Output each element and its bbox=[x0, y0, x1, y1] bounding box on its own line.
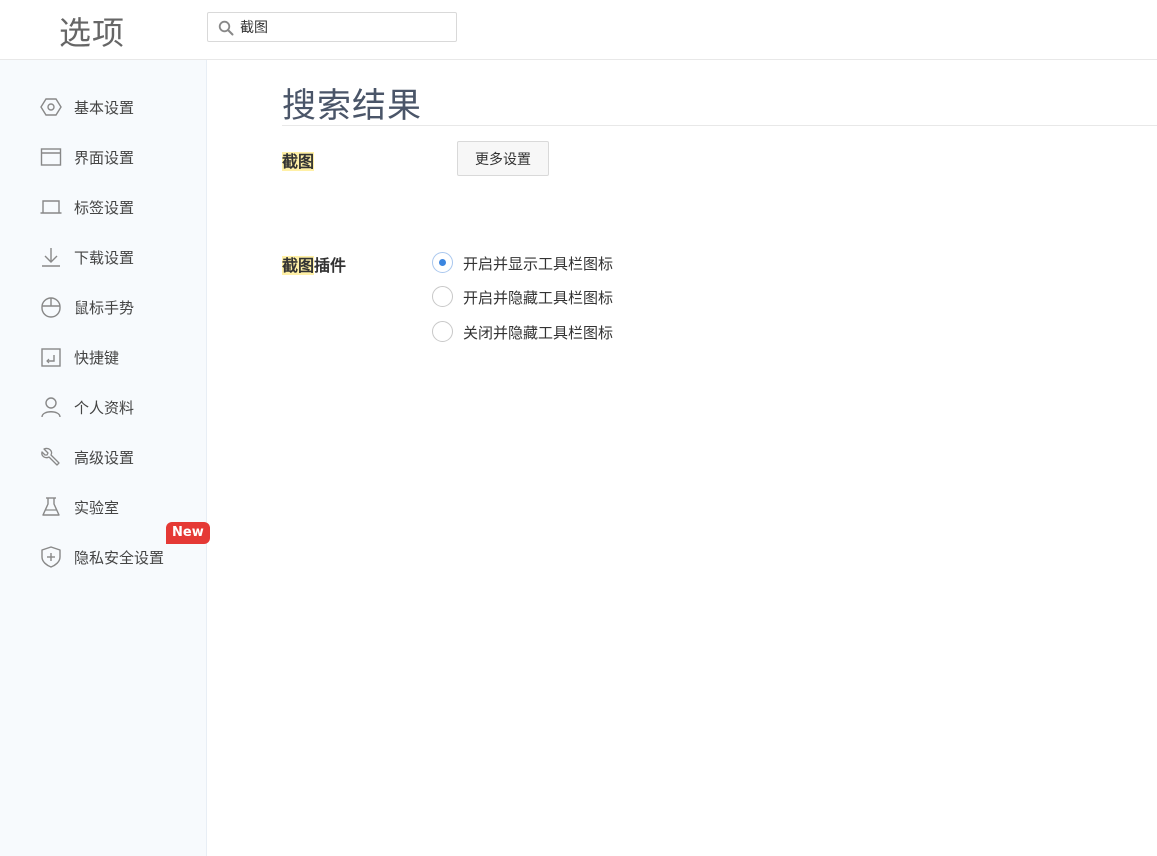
new-badge: New bbox=[166, 522, 210, 544]
page-title: 搜索结果 bbox=[282, 86, 422, 126]
shield-plus-icon bbox=[40, 546, 62, 568]
app-title: 选项 bbox=[59, 14, 126, 52]
sidebar-item-label: 鼠标手势 bbox=[74, 299, 135, 317]
sidebar-item-label: 下载设置 bbox=[74, 249, 135, 267]
search-input[interactable] bbox=[240, 17, 450, 37]
radio-button[interactable] bbox=[432, 321, 453, 342]
flask-icon bbox=[40, 496, 62, 518]
radio-button-checked[interactable] bbox=[432, 252, 453, 273]
sidebar-item-label: 实验室 bbox=[74, 499, 120, 517]
sidebar-item-shortcuts[interactable]: 快捷键 bbox=[0, 332, 207, 382]
screenshot-setting-label: 截图 bbox=[282, 148, 315, 172]
sidebar-item-download-settings[interactable]: 下载设置 bbox=[0, 232, 207, 282]
sidebar-item-advanced-settings[interactable]: 高级设置 bbox=[0, 432, 207, 482]
title-divider bbox=[282, 125, 1157, 126]
radio-selected-dot bbox=[439, 259, 446, 266]
tab-icon bbox=[40, 196, 62, 218]
radio-button[interactable] bbox=[432, 286, 453, 307]
sidebar-item-label: 高级设置 bbox=[74, 449, 135, 467]
window-icon bbox=[40, 146, 62, 168]
screenshot-plugin-label: 截图插件 bbox=[282, 252, 346, 276]
radio-label: 开启并显示工具栏图标 bbox=[463, 255, 614, 273]
shortcut-key-icon bbox=[40, 346, 62, 368]
user-icon bbox=[40, 396, 62, 418]
sidebar-item-label: 界面设置 bbox=[74, 149, 135, 167]
sidebar-item-label: 个人资料 bbox=[74, 399, 135, 417]
search-highlight: 截图 bbox=[282, 256, 315, 275]
sidebar-item-label: 隐私安全设置 bbox=[74, 549, 165, 567]
radio-label: 关闭并隐藏工具栏图标 bbox=[463, 324, 614, 342]
plugin-label-text: 插件 bbox=[314, 256, 347, 275]
sidebar-item-label: 基本设置 bbox=[74, 99, 135, 117]
sidebar-item-label: 标签设置 bbox=[74, 199, 135, 217]
search-highlight: 截图 bbox=[282, 152, 315, 171]
header-bar: 选项 bbox=[0, 0, 1157, 60]
sidebar-item-profile[interactable]: 个人资料 bbox=[0, 382, 207, 432]
download-icon bbox=[40, 246, 62, 268]
mouse-icon bbox=[40, 296, 62, 318]
sidebar-item-basic-settings[interactable]: 基本设置 bbox=[0, 82, 207, 132]
sidebar-item-label: 快捷键 bbox=[74, 349, 120, 367]
more-settings-button[interactable]: 更多设置 bbox=[457, 141, 549, 176]
sidebar-item-interface-settings[interactable]: 界面设置 bbox=[0, 132, 207, 182]
sidebar: 基本设置 界面设置 标签设置 下载设置 鼠标手势 快捷键 个人资料 高级设置 实… bbox=[0, 60, 207, 856]
wrench-icon bbox=[40, 446, 62, 468]
main-content: 搜索结果 截图 更多设置 截图插件 开启并显示工具栏图标 开启并隐藏工具栏图标 … bbox=[207, 60, 1157, 856]
radio-label: 开启并隐藏工具栏图标 bbox=[463, 289, 614, 307]
hexagon-settings-icon bbox=[40, 96, 62, 118]
search-icon bbox=[218, 20, 234, 36]
sidebar-item-tab-settings[interactable]: 标签设置 bbox=[0, 182, 207, 232]
search-box[interactable] bbox=[207, 12, 457, 42]
sidebar-item-mouse-gestures[interactable]: 鼠标手势 bbox=[0, 282, 207, 332]
